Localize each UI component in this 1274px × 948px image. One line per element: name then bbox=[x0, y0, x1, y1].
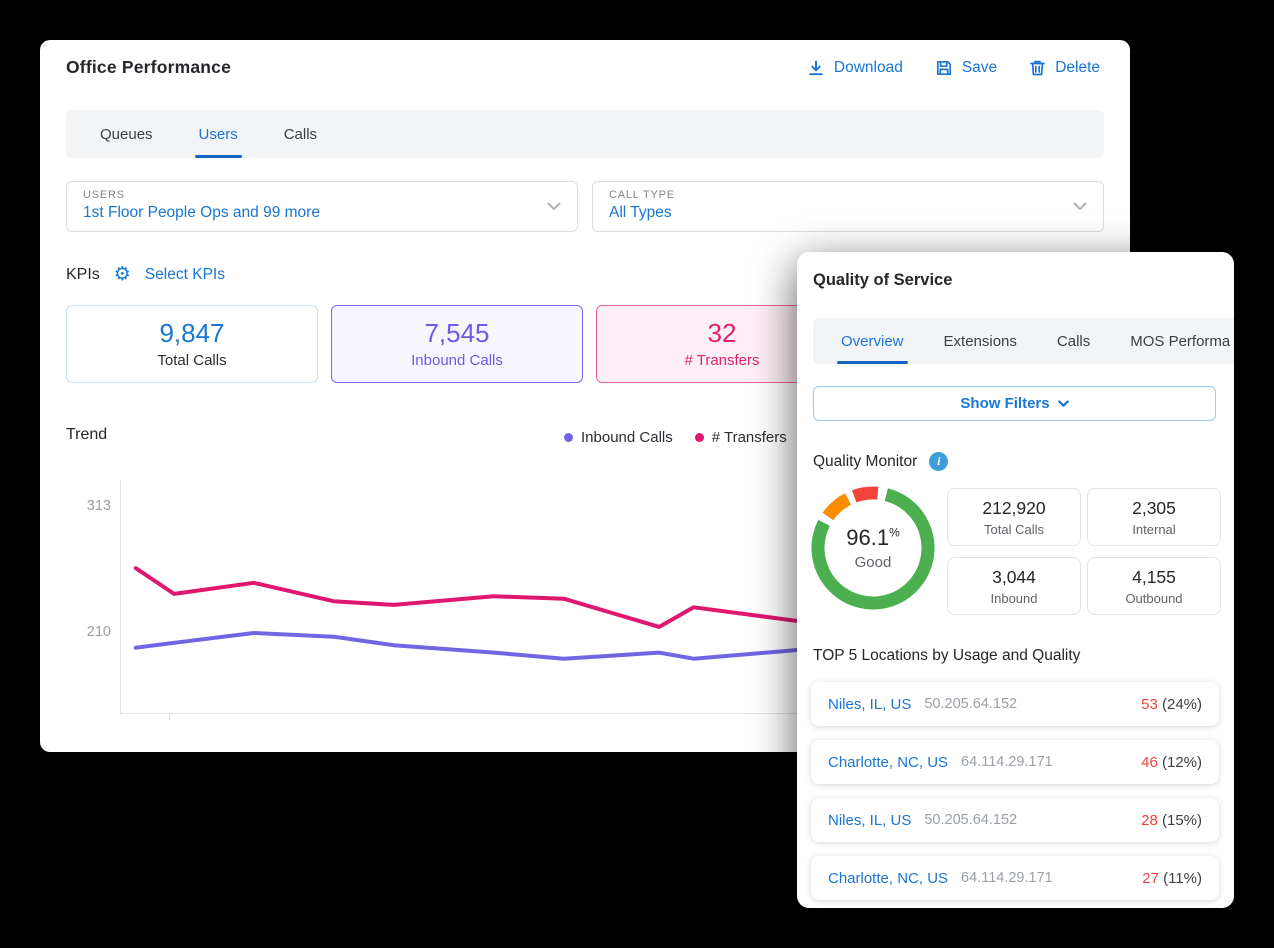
gear-icon: ⚙ bbox=[114, 265, 131, 284]
kpis-header: KPIs ⚙ Select KPIs bbox=[66, 265, 225, 284]
tab-overview[interactable]: Overview bbox=[841, 318, 904, 364]
tab-mos-performance[interactable]: MOS Performa bbox=[1130, 318, 1230, 364]
location-share: (12%) bbox=[1162, 754, 1202, 771]
trash-icon bbox=[1029, 59, 1046, 77]
location-link[interactable]: Niles, IL, US bbox=[828, 812, 911, 829]
quality-monitor-header: Quality Monitor i bbox=[813, 452, 948, 471]
tab-calls[interactable]: Calls bbox=[284, 110, 317, 158]
y-axis-tick-label: 210 bbox=[73, 624, 111, 640]
kpi-value: 9,847 bbox=[159, 319, 224, 348]
download-icon bbox=[807, 59, 825, 77]
location-ip: 50.205.64.152 bbox=[924, 812, 1017, 828]
stat-card-internal: 2,305 Internal bbox=[1087, 488, 1221, 546]
stat-card-inbound: 3,044 Inbound bbox=[947, 557, 1081, 615]
trend-heading: Trend bbox=[66, 426, 107, 444]
location-link[interactable]: Charlotte, NC, US bbox=[828, 870, 948, 887]
quality-monitor-heading: Quality Monitor bbox=[813, 453, 917, 471]
gauge-value: 96.1% bbox=[846, 525, 900, 551]
stat-card-total-calls: 212,920 Total Calls bbox=[947, 488, 1081, 546]
kpis-heading: KPIs bbox=[66, 266, 100, 284]
trend-legend: Inbound Calls # Transfers bbox=[564, 429, 787, 446]
location-share: (15%) bbox=[1162, 812, 1202, 829]
quality-gauge: 96.1% Good bbox=[811, 486, 935, 610]
call-type-filter-value: All Types bbox=[609, 204, 1087, 222]
location-link[interactable]: Niles, IL, US bbox=[828, 696, 911, 713]
delete-button[interactable]: Delete bbox=[1029, 59, 1100, 77]
y-axis-tick-label: 313 bbox=[73, 498, 111, 514]
kpi-value: 32 bbox=[708, 319, 737, 348]
kpi-label: Inbound Calls bbox=[411, 352, 503, 369]
location-ip: 50.205.64.152 bbox=[924, 696, 1017, 712]
info-icon[interactable]: i bbox=[929, 452, 948, 471]
select-kpis-link[interactable]: Select KPIs bbox=[145, 266, 225, 284]
location-link[interactable]: Charlotte, NC, US bbox=[828, 754, 948, 771]
top-locations-heading: TOP 5 Locations by Usage and Quality bbox=[813, 647, 1080, 665]
kpi-cards-row: 9,847 Total Calls 7,545 Inbound Calls 32… bbox=[66, 305, 848, 383]
qos-title: Quality of Service bbox=[813, 271, 952, 290]
location-count: 53 bbox=[1141, 696, 1158, 713]
users-filter-select[interactable]: USERS 1st Floor People Ops and 99 more bbox=[66, 181, 578, 232]
chevron-down-icon bbox=[547, 202, 561, 211]
chevron-down-icon bbox=[1058, 400, 1069, 408]
quality-of-service-panel: Quality of Service Overview Extensions C… bbox=[797, 252, 1234, 908]
users-filter-label: USERS bbox=[83, 189, 561, 201]
chevron-down-icon bbox=[1073, 202, 1087, 211]
call-type-filter-select[interactable]: CALL TYPE All Types bbox=[592, 181, 1104, 232]
tab-calls[interactable]: Calls bbox=[1057, 318, 1090, 364]
users-filter-value: 1st Floor People Ops and 99 more bbox=[83, 204, 561, 222]
location-count: 27 bbox=[1142, 870, 1159, 887]
show-filters-button[interactable]: Show Filters bbox=[813, 386, 1216, 421]
tab-queues[interactable]: Queues bbox=[100, 110, 153, 158]
save-button[interactable]: Save bbox=[935, 59, 997, 77]
legend-item-transfers: # Transfers bbox=[695, 429, 787, 446]
location-ip: 64.114.29.171 bbox=[961, 754, 1053, 770]
kpi-card-inbound-calls[interactable]: 7,545 Inbound Calls bbox=[331, 305, 583, 383]
office-tabbar: Queues Users Calls bbox=[66, 110, 1104, 158]
toolbar: Download Save Delete bbox=[807, 59, 1100, 77]
legend-dot-icon bbox=[695, 433, 704, 442]
kpi-value: 7,545 bbox=[424, 319, 489, 348]
location-count: 28 bbox=[1141, 812, 1158, 829]
location-ip: 64.114.29.171 bbox=[961, 870, 1053, 886]
kpi-label: # Transfers bbox=[684, 352, 759, 369]
call-type-filter-label: CALL TYPE bbox=[609, 189, 1087, 201]
qos-stats-grid: 212,920 Total Calls 2,305 Internal 3,044… bbox=[947, 488, 1221, 615]
legend-item-inbound-calls: Inbound Calls bbox=[564, 429, 673, 446]
filters-row: USERS 1st Floor People Ops and 99 more C… bbox=[66, 181, 1104, 232]
save-icon bbox=[935, 59, 953, 77]
legend-dot-icon bbox=[564, 433, 573, 442]
tab-users[interactable]: Users bbox=[199, 110, 238, 158]
location-share: (24%) bbox=[1162, 696, 1202, 713]
location-row: Charlotte, NC, US 64.114.29.171 27 (11%) bbox=[811, 856, 1219, 900]
page-title: Office Performance bbox=[66, 57, 231, 78]
top-locations-list: Niles, IL, US 50.205.64.152 53 (24%) Cha… bbox=[811, 682, 1219, 908]
stat-card-outbound: 4,155 Outbound bbox=[1087, 557, 1221, 615]
qos-tabbar: Overview Extensions Calls MOS Performa bbox=[813, 318, 1234, 364]
kpi-label: Total Calls bbox=[157, 352, 226, 369]
location-row: Niles, IL, US 50.205.64.152 28 (15%) bbox=[811, 798, 1219, 842]
location-row: Charlotte, NC, US 64.114.29.171 46 (12%) bbox=[811, 740, 1219, 784]
gauge-label: Good bbox=[855, 554, 892, 571]
kpi-card-total-calls[interactable]: 9,847 Total Calls bbox=[66, 305, 318, 383]
download-button[interactable]: Download bbox=[807, 59, 903, 77]
location-share: (11%) bbox=[1163, 870, 1202, 887]
location-count: 46 bbox=[1141, 754, 1158, 771]
tab-extensions[interactable]: Extensions bbox=[944, 318, 1017, 364]
x-axis-tick bbox=[169, 714, 170, 720]
location-row: Niles, IL, US 50.205.64.152 53 (24%) bbox=[811, 682, 1219, 726]
